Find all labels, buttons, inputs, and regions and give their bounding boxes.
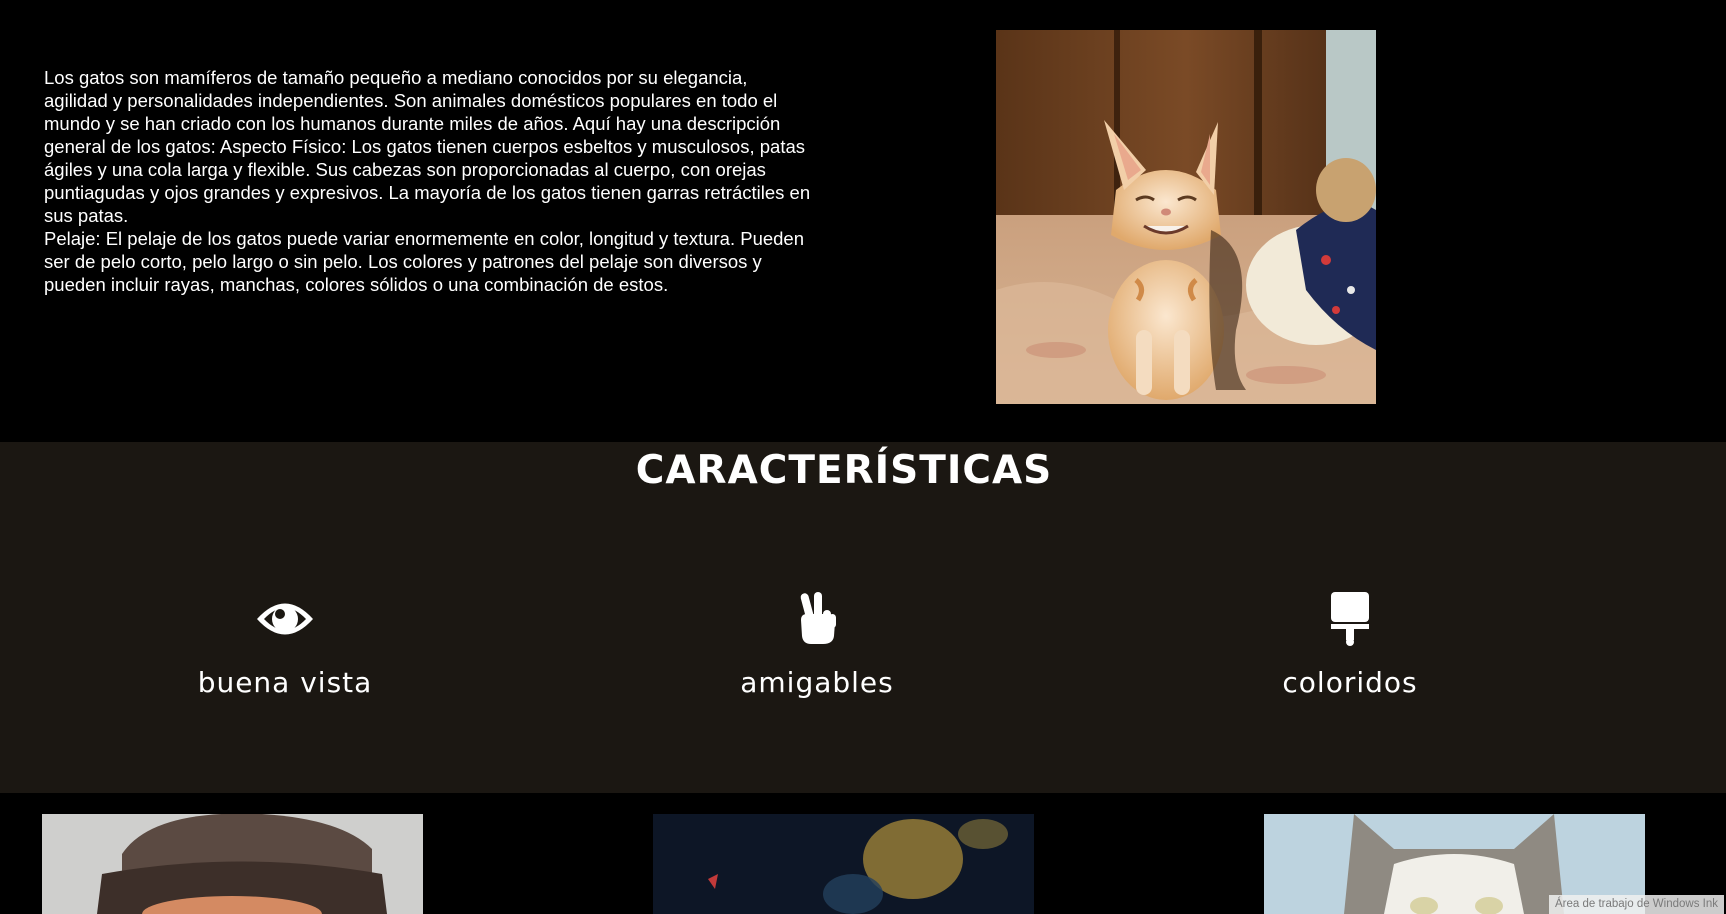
intro-paragraph-appearance: Los gatos son mamíferos de tamaño pequeñ… xyxy=(44,67,811,226)
gallery-image-art xyxy=(42,814,423,914)
feature-card-friendly: amigables xyxy=(637,592,997,699)
paint-roller-icon xyxy=(1331,592,1369,646)
features-title: CARACTERÍSTICAS xyxy=(635,448,1053,493)
gallery-image-art xyxy=(653,814,1034,914)
gallery-image-night-cat xyxy=(653,814,1034,914)
feature-card-vision: buena vista xyxy=(105,592,465,699)
gallery-section: Área de trabajo de Windows Ink xyxy=(0,793,1726,914)
smiling-kitten-image xyxy=(996,30,1376,404)
feature-label: buena vista xyxy=(197,666,373,699)
eye-icon xyxy=(257,603,313,635)
intro-text: Los gatos son mamíferos de tamaño pequeñ… xyxy=(44,66,814,296)
features-section: CARACTERÍSTICAS buena vista amigables co… xyxy=(0,442,1726,793)
feature-label: coloridos xyxy=(1282,666,1418,699)
hero-cat-photo xyxy=(996,30,1376,404)
gallery-image-cowboy-cat xyxy=(42,814,423,914)
windows-ink-workspace-label[interactable]: Área de trabajo de Windows Ink xyxy=(1548,895,1724,914)
hand-peace-icon xyxy=(800,592,836,644)
feature-card-colorful: coloridos xyxy=(1170,592,1530,699)
feature-label: amigables xyxy=(740,666,894,699)
intro-section: Los gatos son mamíferos de tamaño pequeñ… xyxy=(0,0,1726,442)
intro-paragraph-fur: Pelaje: El pelaje de los gatos puede var… xyxy=(44,228,805,295)
